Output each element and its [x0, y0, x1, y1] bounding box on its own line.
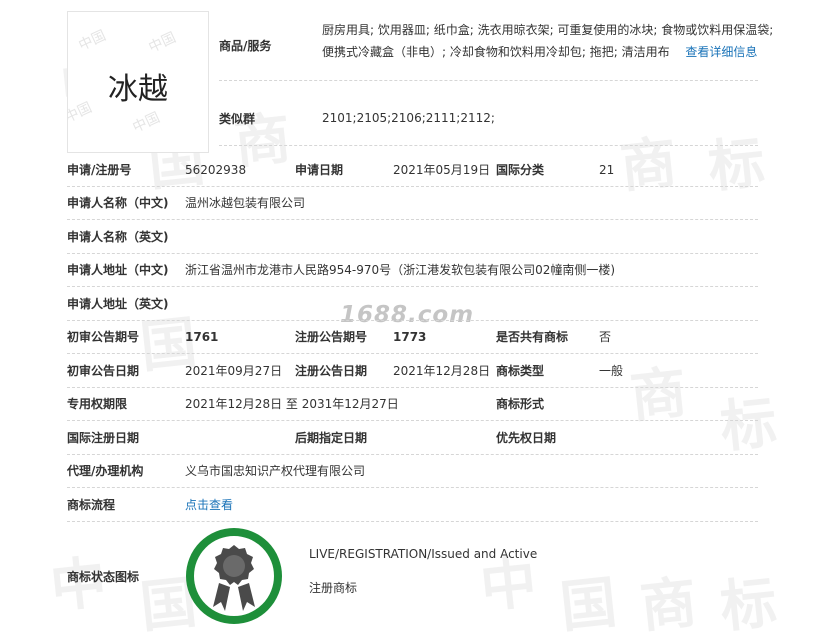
goods-services-value: 厨房用具; 饮用器皿; 纸巾盒; 洗衣用晾衣架; 可重复使用的冰块; 食物或饮料…: [322, 19, 773, 63]
intl-reg-date-label: 国际注册日期: [67, 431, 140, 445]
applicant-cn-value: 温州冰越包装有限公司: [185, 196, 306, 210]
goods-services-line2: 便携式冷藏盒（非电）; 冷却食物和饮料用冷却包; 拖把; 清洁用布 查看详细信息: [322, 45, 758, 59]
trademark-name: 冰越: [108, 72, 168, 107]
agent-value: 义乌市国忠知识产权代理有限公司: [185, 464, 366, 478]
later-designation-label: 后期指定日期: [295, 431, 368, 445]
status-label: 商标状态图标: [67, 570, 140, 584]
view-details-link[interactable]: 查看详细信息: [685, 45, 757, 59]
trademark-image: 中国 中国 中国 中国 冰越: [67, 11, 209, 153]
image-watermark: 中国: [76, 27, 109, 55]
table-row: 专用权期限 2021年12月28日 至 2031年12月27日 商标形式: [0, 387, 822, 420]
exclusive-period-value: 2021年12月28日 至 2031年12月27日: [185, 397, 399, 411]
prelim-date-value: 2021年09月27日: [185, 364, 283, 378]
agent-label: 代理/办理机构: [67, 464, 144, 478]
table-row: 代理/办理机构 义乌市国忠知识产权代理有限公司: [0, 454, 822, 487]
similar-group-label: 类似群: [219, 112, 256, 126]
prelim-no-label: 初审公告期号: [67, 330, 140, 344]
reg-pub-date-value: 2021年12月28日: [393, 364, 491, 378]
table-row: 申请/注册号 56202938 申请日期 2021年05月19日 国际分类 21: [0, 153, 822, 186]
table-row: 国际注册日期 后期指定日期 优先权日期: [0, 421, 822, 454]
reg-pub-no-label: 注册公告期号: [295, 330, 368, 344]
similar-group-value: 2101;2105;2106;2111;2112;: [322, 111, 495, 125]
applicant-en-label: 申请人名称（英文): [67, 230, 169, 244]
prelim-date-label: 初审公告日期: [67, 364, 140, 378]
table-row: 商标流程 点击查看: [0, 488, 822, 521]
priority-date-label: 优先权日期: [496, 431, 557, 445]
process-label: 商标流程: [67, 498, 116, 512]
intl-class-value: 21: [599, 163, 615, 177]
view-process-link[interactable]: 点击查看: [185, 497, 233, 513]
image-watermark: 中国: [130, 109, 163, 137]
reg-no-label: 申请/注册号: [67, 163, 132, 177]
address-en-label: 申请人地址（英文): [67, 297, 169, 311]
status-chinese: 注册商标: [309, 581, 358, 595]
address-cn-label: 申请人地址（中文): [67, 263, 169, 277]
status-english: LIVE/REGISTRATION/Issued and Active: [309, 547, 538, 561]
table-row: 初审公告期号 1761 注册公告期号 1773 是否共有商标 否: [0, 320, 822, 353]
mark-type-value: 一般: [599, 364, 624, 378]
mark-type-label: 商标类型: [496, 364, 545, 378]
prelim-no-value: 1761: [185, 330, 219, 344]
apply-date-value: 2021年05月19日: [393, 163, 491, 177]
reg-no-value: 56202938: [185, 163, 247, 177]
applicant-cn-label: 申请人名称（中文): [67, 196, 169, 210]
table-row: 申请人地址（中文) 浙江省温州市龙港市人民路954-970号（浙江港发软包装有限…: [0, 253, 822, 286]
goods-services-label: 商品/服务: [219, 39, 272, 53]
status-badge: [185, 527, 283, 625]
divider: [219, 145, 758, 146]
exclusive-period-label: 专用权期限: [67, 397, 128, 411]
table-row: 申请人名称（中文) 温州冰越包装有限公司: [0, 186, 822, 219]
shared-label: 是否共有商标: [496, 330, 569, 344]
address-cn-value: 浙江省温州市龙港市人民路954-970号（浙江港发软包装有限公司02幢南侧一楼): [185, 263, 616, 277]
award-ribbon-icon: [186, 528, 282, 624]
mark-form-label: 商标形式: [496, 397, 545, 411]
reg-pub-no-value: 1773: [393, 330, 427, 344]
intl-class-label: 国际分类: [496, 163, 545, 177]
image-watermark: 中国: [146, 29, 179, 57]
apply-date-label: 申请日期: [295, 163, 344, 177]
shared-value: 否: [599, 330, 612, 344]
reg-pub-date-label: 注册公告日期: [295, 364, 368, 378]
table-row: 初审公告日期 2021年09月27日 注册公告日期 2021年12月28日 商标…: [0, 354, 822, 387]
table-row: 申请人地址（英文): [0, 287, 822, 320]
divider: [219, 80, 758, 81]
goods-services-line1: 厨房用具; 饮用器皿; 纸巾盒; 洗衣用晾衣架; 可重复使用的冰块; 食物或饮料…: [322, 23, 774, 37]
table-row: 申请人名称（英文): [0, 220, 822, 253]
divider: [67, 521, 758, 522]
